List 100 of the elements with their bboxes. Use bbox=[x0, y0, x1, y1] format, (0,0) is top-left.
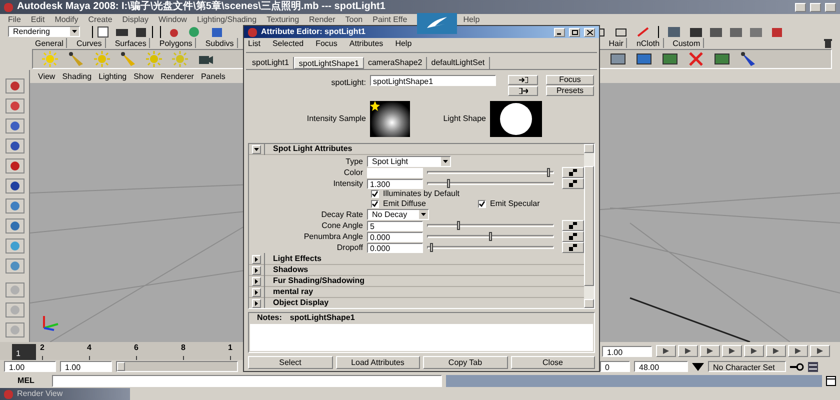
checkbox[interactable] bbox=[478, 200, 486, 208]
notes-field[interactable] bbox=[250, 324, 593, 351]
button[interactable]: Close bbox=[510, 356, 595, 369]
end-time-field[interactable]: 48.00 bbox=[634, 361, 688, 372]
menu-set-dropdown[interactable]: Rendering bbox=[8, 26, 80, 37]
collapse-icon[interactable] bbox=[252, 144, 261, 154]
panel-menu-item[interactable]: View bbox=[38, 70, 56, 82]
tab[interactable]: spotLightShape1 bbox=[294, 57, 364, 69]
map-button[interactable] bbox=[562, 242, 584, 253]
slider-thumb[interactable] bbox=[547, 168, 550, 177]
section-header[interactable]: Shadows bbox=[249, 265, 584, 276]
slider-thumb[interactable] bbox=[457, 221, 460, 230]
menu-item[interactable]: Edit bbox=[30, 14, 45, 26]
trash-icon[interactable] bbox=[824, 38, 832, 48]
character-set-field[interactable]: No Character Set bbox=[708, 361, 786, 372]
tool-icon[interactable] bbox=[4, 138, 24, 154]
expand-icon[interactable] bbox=[252, 266, 261, 274]
menu-item[interactable]: Lighting/Shading bbox=[196, 14, 257, 26]
tool-icon[interactable] bbox=[4, 78, 24, 94]
menu-item[interactable]: Focus bbox=[316, 38, 338, 50]
section-header[interactable]: Spot Light Attributes bbox=[249, 144, 584, 155]
play-icon[interactable] bbox=[744, 345, 764, 357]
menu-item[interactable]: Texturing bbox=[266, 14, 300, 26]
output-connection-button[interactable] bbox=[508, 86, 538, 96]
menu-item[interactable]: List bbox=[248, 38, 260, 50]
tool-icon[interactable] bbox=[4, 118, 24, 134]
shelf-tab[interactable]: Polygons bbox=[156, 38, 196, 48]
shelf-tab[interactable]: nCloth bbox=[633, 38, 664, 48]
tab[interactable]: cameraShape2 bbox=[364, 57, 428, 69]
checkbox[interactable] bbox=[371, 200, 379, 208]
range-slider-thumb[interactable] bbox=[117, 362, 125, 371]
script-editor-icon[interactable] bbox=[826, 376, 836, 386]
tool-icon[interactable] bbox=[4, 218, 24, 234]
map-button[interactable] bbox=[562, 167, 584, 178]
dropdown[interactable]: Spot Light bbox=[367, 156, 451, 167]
color-swatch[interactable] bbox=[367, 168, 423, 178]
tab[interactable]: defaultLightSet bbox=[427, 57, 490, 69]
menu-item[interactable]: Attributes bbox=[349, 38, 384, 50]
shelf-tab[interactable]: Hair bbox=[606, 38, 628, 48]
step-forward-icon[interactable] bbox=[766, 345, 786, 357]
section-header[interactable]: Light Effects bbox=[249, 254, 584, 265]
button[interactable]: Focus bbox=[546, 75, 594, 85]
step-forward-key-icon[interactable] bbox=[788, 345, 808, 357]
range-slider[interactable] bbox=[116, 361, 238, 372]
skip-start-icon[interactable] bbox=[656, 345, 676, 357]
panel-menu-item[interactable]: Shading bbox=[62, 70, 92, 82]
step-back-key-icon[interactable] bbox=[678, 345, 698, 357]
cross-icon[interactable] bbox=[687, 50, 705, 68]
expand-icon[interactable] bbox=[252, 298, 261, 308]
menu-item[interactable]: Display bbox=[122, 14, 148, 26]
slider-thumb[interactable] bbox=[488, 232, 492, 241]
playback-end-field[interactable]: 0 bbox=[600, 361, 630, 372]
menu-item[interactable]: Help bbox=[463, 14, 480, 26]
button[interactable]: Presets bbox=[546, 86, 594, 96]
number-field[interactable]: 0.000 bbox=[367, 232, 423, 242]
menu-item[interactable]: Selected bbox=[272, 38, 304, 50]
expand-icon[interactable] bbox=[252, 254, 261, 264]
button[interactable]: Load Attributes bbox=[336, 356, 420, 369]
button[interactable]: Select bbox=[248, 356, 332, 369]
panel-menu-item[interactable]: Renderer bbox=[160, 70, 194, 82]
slider-thumb[interactable] bbox=[447, 179, 450, 188]
shelf-tab[interactable]: Surfaces bbox=[112, 38, 150, 48]
step-back-icon[interactable] bbox=[700, 345, 720, 357]
section-header[interactable]: Fur Shading/Shadowing bbox=[249, 276, 584, 287]
key-icon[interactable] bbox=[790, 362, 804, 370]
spotlight-icon[interactable] bbox=[67, 50, 85, 68]
current-frame-marker[interactable]: 1 bbox=[12, 344, 36, 360]
dropdown[interactable]: No Decay bbox=[367, 209, 429, 220]
menu-item[interactable]: Render bbox=[309, 14, 336, 26]
panel-menu-item[interactable]: Panels bbox=[200, 70, 226, 82]
number-field[interactable]: 1.300 bbox=[367, 178, 423, 188]
close-icon[interactable] bbox=[584, 28, 595, 36]
slider-thumb[interactable] bbox=[430, 243, 433, 252]
shelf-tab[interactable]: Custom bbox=[670, 38, 704, 48]
node-name-field[interactable]: spotLightShape1 bbox=[370, 75, 496, 86]
shelf-tab[interactable]: Subdivs bbox=[202, 38, 238, 48]
menu-item[interactable]: Paint Effe bbox=[372, 14, 408, 26]
button[interactable]: Copy Tab bbox=[423, 356, 508, 369]
playback-start-field[interactable]: 1.00 bbox=[60, 361, 112, 372]
tool-icon[interactable] bbox=[4, 98, 24, 114]
preferences-icon[interactable] bbox=[808, 362, 818, 372]
shelf-tab[interactable]: Curves bbox=[73, 38, 106, 48]
tool-icon[interactable] bbox=[4, 158, 24, 174]
menu-item[interactable]: Window bbox=[158, 14, 187, 26]
menu-item[interactable]: Help bbox=[395, 38, 412, 50]
map-button[interactable] bbox=[562, 220, 584, 231]
section-header[interactable]: mental ray bbox=[249, 287, 584, 298]
minimize-icon[interactable] bbox=[554, 28, 565, 36]
expand-icon[interactable] bbox=[252, 276, 261, 286]
tool-icon[interactable] bbox=[4, 198, 24, 214]
number-field[interactable]: 5 bbox=[367, 220, 423, 230]
taskbar-item[interactable]: Render View bbox=[0, 388, 130, 400]
menu-item[interactable]: Create bbox=[88, 14, 112, 26]
menu-item[interactable]: Modify bbox=[54, 14, 78, 26]
map-button[interactable] bbox=[562, 231, 584, 242]
checkbox[interactable] bbox=[371, 190, 379, 198]
shelf-tab[interactable]: General bbox=[32, 38, 68, 48]
menu-item[interactable]: File bbox=[8, 14, 21, 26]
panel-menu-item[interactable]: Show bbox=[134, 70, 154, 82]
number-field[interactable]: 0.000 bbox=[367, 242, 423, 252]
